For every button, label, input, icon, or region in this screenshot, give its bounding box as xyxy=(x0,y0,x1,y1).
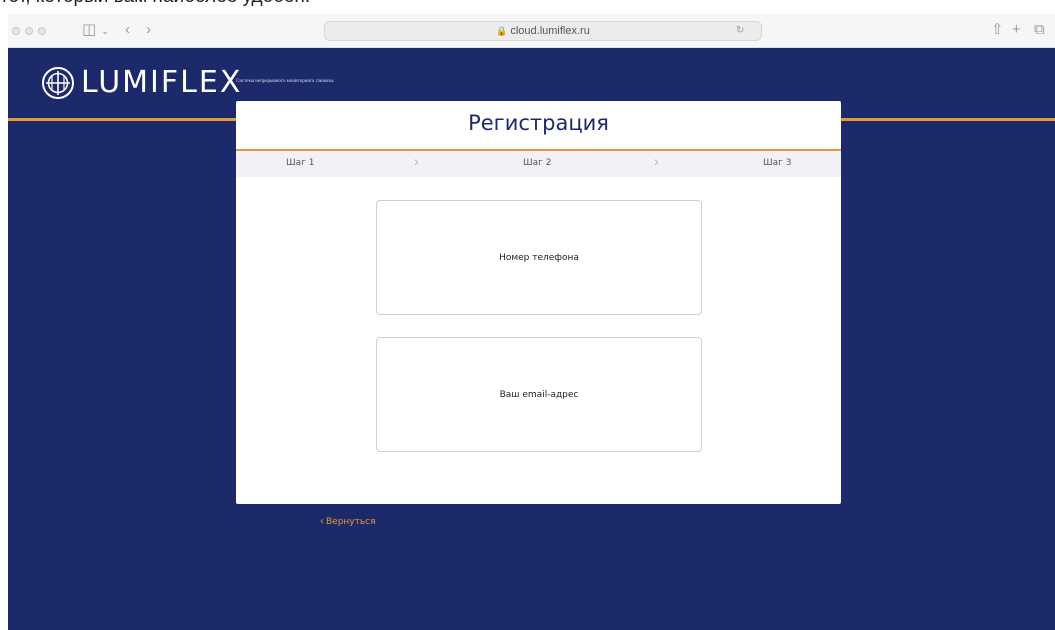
back-link-label: Вернуться xyxy=(326,517,376,527)
tabs-icon[interactable]: ⧉ xyxy=(1034,21,1045,39)
logo-icon xyxy=(42,67,74,99)
back-link[interactable]: ‹ Вернуться xyxy=(320,516,376,527)
page-body: LUMIFLEX Система непрерывного мониторинг… xyxy=(8,48,1055,630)
new-tab-icon[interactable]: + xyxy=(1012,21,1021,39)
reload-icon[interactable]: ↻ xyxy=(736,25,744,36)
address-bar[interactable]: 🔒 cloud.lumiflex.ru xyxy=(324,21,762,41)
chevron-down-icon[interactable]: ⌄ xyxy=(101,23,109,41)
back-icon[interactable]: ‹ xyxy=(125,21,130,39)
step-indicator: Шаг 1 › Шаг 2 › Шаг 3 xyxy=(236,151,841,177)
email-option-button[interactable]: Ваш email-адрес xyxy=(376,337,702,452)
step-3: Шаг 3 xyxy=(763,158,792,168)
step-1: Шаг 1 xyxy=(286,158,315,168)
sidebar-icon[interactable]: ◫ xyxy=(82,21,96,39)
registration-card: Регистрация Шаг 1 › Шаг 2 › Шаг 3 Номер … xyxy=(236,101,841,527)
chevron-left-icon: ‹ xyxy=(320,516,324,527)
lock-icon: 🔒 xyxy=(496,26,508,36)
share-icon[interactable]: ⇧ xyxy=(991,21,1004,39)
logo[interactable]: LUMIFLEX xyxy=(41,66,242,100)
logo-tagline: Система непрерывного мониторинга глюкозы xyxy=(236,79,334,84)
email-option-label: Ваш email-адрес xyxy=(499,389,579,400)
step-separator-icon: › xyxy=(654,153,659,169)
zoom-window-icon[interactable] xyxy=(38,27,46,35)
window-controls[interactable] xyxy=(12,27,46,35)
browser-toolbar: ◫ ⌄ ‹ › 🔒 cloud.lumiflex.ru ↻ ⇧ + ⧉ xyxy=(8,14,1055,48)
phone-option-button[interactable]: Номер телефона xyxy=(376,200,702,315)
logo-text: LUMIFLEX xyxy=(81,65,243,100)
close-window-icon[interactable] xyxy=(12,27,20,35)
phone-option-label: Номер телефона xyxy=(499,252,579,263)
step-separator-icon: › xyxy=(414,153,419,169)
step-2: Шаг 2 xyxy=(523,158,552,168)
forward-icon[interactable]: › xyxy=(146,21,151,39)
url-text: cloud.lumiflex.ru xyxy=(510,25,590,37)
page-title: Регистрация xyxy=(468,111,609,135)
minimize-window-icon[interactable] xyxy=(25,27,33,35)
caption-text: тот, который вам наиболее удобен. xyxy=(0,0,1055,14)
